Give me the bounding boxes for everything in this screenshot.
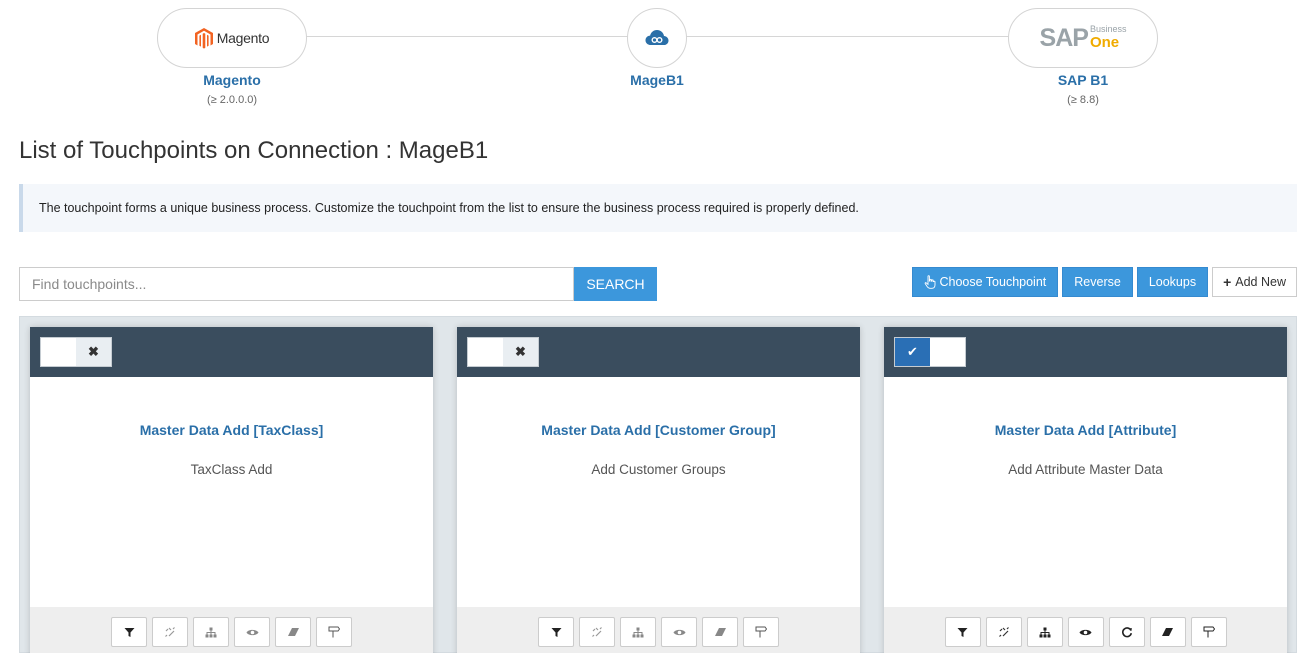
eye-icon[interactable]	[661, 617, 697, 647]
mageb1-node[interactable]	[627, 8, 687, 68]
close-icon: ✖	[76, 338, 111, 366]
unlink-icon[interactable]	[579, 617, 615, 647]
card-header: ✔	[884, 327, 1287, 377]
sitemap-icon[interactable]	[620, 617, 656, 647]
touchpoint-card: ✖ Master Data Add [Customer Group] Add C…	[457, 327, 860, 653]
card-toolbar	[884, 607, 1287, 653]
search-bar: SEARCH	[19, 267, 657, 301]
unlink-icon[interactable]	[152, 617, 188, 647]
signpost-icon[interactable]	[316, 617, 352, 647]
sitemap-icon[interactable]	[193, 617, 229, 647]
toolbar-actions: Choose Touchpoint Reverse Lookups + Add …	[912, 267, 1297, 297]
card-title[interactable]: Master Data Add [TaxClass]	[30, 422, 433, 438]
info-callout: The touchpoint forms a unique business p…	[19, 184, 1297, 232]
eraser-icon[interactable]	[275, 617, 311, 647]
sitemap-icon[interactable]	[1026, 617, 1063, 647]
filter-icon[interactable]	[944, 617, 981, 647]
source-version: (≥ 2.0.0.0)	[206, 94, 258, 106]
source-label[interactable]: Magento	[132, 72, 332, 88]
cloud-sync-icon	[645, 30, 669, 45]
card-header: ✖	[30, 327, 433, 377]
sap-business-one-logo: SAP Business One	[1039, 24, 1127, 52]
magento-logo-text: Magento	[216, 30, 270, 46]
choose-touchpoint-button[interactable]: Choose Touchpoint	[912, 267, 1059, 297]
card-description: Add Customer Groups	[591, 462, 726, 477]
touchpoint-card: ✖ Master Data Add [TaxClass] TaxClass Ad…	[30, 327, 433, 653]
add-new-label: Add New	[1235, 275, 1286, 289]
signpost-icon[interactable]	[743, 617, 779, 647]
choose-touchpoint-label: Choose Touchpoint	[939, 275, 1047, 289]
middle-label[interactable]: MageB1	[557, 72, 757, 88]
search-input[interactable]	[19, 267, 574, 301]
card-toolbar	[30, 607, 433, 653]
connection-diagram: Magento Magento (≥ 2.0.0.0) MageB1 SAP B…	[0, 0, 1316, 115]
sap-node[interactable]: SAP Business One	[1008, 8, 1158, 68]
card-description: Add Attribute Master Data	[1008, 462, 1163, 477]
page-title: List of Touchpoints on Connection : Mage…	[19, 137, 489, 164]
eye-icon[interactable]	[234, 617, 270, 647]
check-icon: ✔	[895, 338, 930, 366]
eye-icon[interactable]	[1067, 617, 1104, 647]
signpost-icon[interactable]	[1190, 617, 1227, 647]
card-header: ✖	[457, 327, 860, 377]
hand-pointer-icon	[925, 275, 936, 289]
toggle-empty	[468, 338, 503, 366]
filter-icon[interactable]	[111, 617, 147, 647]
eraser-icon[interactable]	[1149, 617, 1186, 647]
toggle-empty	[930, 338, 965, 366]
touchpoint-card: ✔ Master Data Add [Attribute] Add Attrib…	[884, 327, 1287, 653]
filter-icon[interactable]	[538, 617, 574, 647]
card-title[interactable]: Master Data Add [Attribute]	[884, 422, 1287, 438]
enable-toggle[interactable]: ✖	[467, 337, 539, 367]
enable-toggle[interactable]: ✖	[40, 337, 112, 367]
magento-icon	[194, 27, 213, 49]
magento-logo: Magento	[194, 27, 270, 49]
enable-toggle[interactable]: ✔	[894, 337, 966, 367]
connection-line-left	[306, 36, 628, 37]
add-new-button[interactable]: + Add New	[1212, 267, 1297, 297]
target-version: (≥ 8.8)	[1067, 94, 1099, 106]
reverse-button[interactable]: Reverse	[1062, 267, 1133, 297]
unlink-icon[interactable]	[985, 617, 1022, 647]
eraser-icon[interactable]	[702, 617, 738, 647]
connection-line-right	[686, 36, 1009, 37]
toggle-empty	[41, 338, 76, 366]
touchpoint-grid: ✖ Master Data Add [TaxClass] TaxClass Ad…	[19, 316, 1297, 653]
search-button[interactable]: SEARCH	[574, 267, 657, 301]
info-text: The touchpoint forms a unique business p…	[39, 201, 859, 215]
close-icon: ✖	[503, 338, 538, 366]
magento-node[interactable]: Magento	[157, 8, 307, 68]
lookups-button[interactable]: Lookups	[1136, 267, 1209, 297]
card-title[interactable]: Master Data Add [Customer Group]	[457, 422, 860, 438]
plus-icon: +	[1223, 274, 1232, 290]
card-toolbar	[457, 607, 860, 653]
target-label[interactable]: SAP B1	[983, 72, 1183, 88]
card-description: TaxClass Add	[190, 462, 273, 477]
refresh-icon[interactable]	[1108, 617, 1145, 647]
